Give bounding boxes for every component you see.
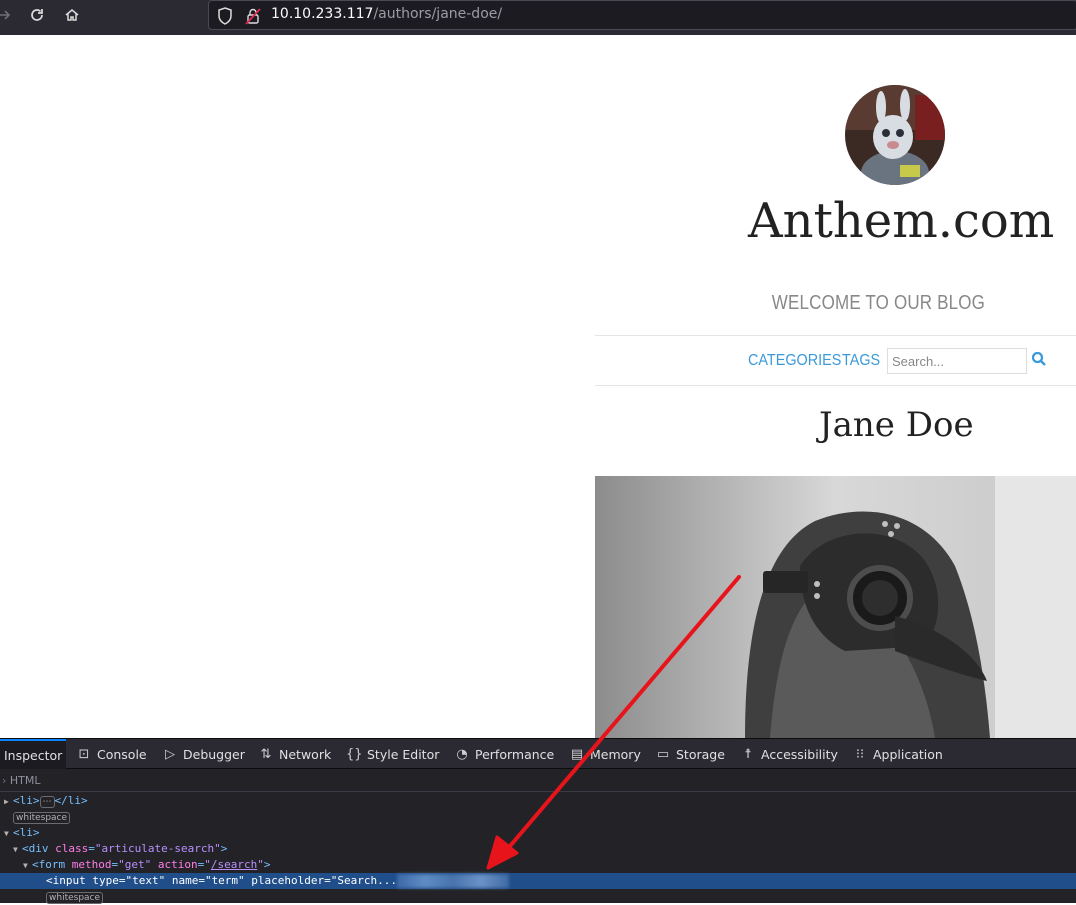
li-open-tag-2: <li> bbox=[13, 826, 40, 839]
tab-style-editor-label: Style Editor bbox=[367, 746, 440, 762]
forward-arrow-icon bbox=[0, 10, 11, 20]
div-class-value: "articulate-search" bbox=[94, 842, 221, 855]
markup-li-open[interactable]: ▼ <li> bbox=[0, 825, 40, 841]
search-icon bbox=[1031, 351, 1046, 366]
whitespace-badge: whitespace bbox=[13, 812, 71, 824]
markup-div-search[interactable]: ▼ <div class="articulate-search"> bbox=[0, 841, 227, 857]
storage-icon: ▭ bbox=[656, 746, 670, 762]
tab-application[interactable]: ⁝⁝ Application bbox=[852, 739, 943, 769]
ellipsis-badge[interactable]: ⋯ bbox=[39, 796, 55, 808]
tab-storage-label: Storage bbox=[676, 746, 725, 762]
search-button[interactable] bbox=[1031, 351, 1051, 371]
tab-console[interactable]: ⊡ Console bbox=[76, 739, 147, 769]
style-editor-icon: {} bbox=[346, 746, 363, 762]
collapse-arrow-icon[interactable]: ▼ bbox=[13, 842, 22, 858]
form-method-attr: method bbox=[71, 858, 112, 871]
blog-nav: CATEGORIES TAGS bbox=[595, 335, 1076, 386]
debugger-icon: ▷ bbox=[165, 746, 175, 762]
bunny-avatar-image bbox=[845, 85, 945, 185]
tab-performance[interactable]: ◔ Performance bbox=[454, 739, 554, 769]
home-icon bbox=[65, 9, 79, 21]
redacted-value bbox=[397, 874, 509, 888]
tab-performance-label: Performance bbox=[475, 746, 555, 762]
li-close-tag: </li> bbox=[54, 794, 88, 807]
tab-memory[interactable]: ▤ Memory bbox=[569, 739, 641, 769]
site-title[interactable]: Anthem.com bbox=[595, 193, 1076, 249]
browser-toolbar: 10.10.233.117/authors/jane-doe/ bbox=[0, 0, 1076, 35]
url-bar[interactable]: 10.10.233.117/authors/jane-doe/ bbox=[208, 0, 1076, 30]
expand-arrow-icon[interactable]: ▶ bbox=[4, 794, 13, 810]
site-logo[interactable] bbox=[845, 85, 945, 185]
forward-button[interactable] bbox=[0, 4, 18, 26]
collapse-arrow-icon[interactable]: ▼ bbox=[23, 858, 32, 874]
memory-icon: ▤ bbox=[570, 746, 584, 762]
author-hero-image bbox=[595, 476, 1076, 738]
whitespace-badge-2: whitespace bbox=[46, 892, 104, 904]
tab-accessibility-label: Accessibility bbox=[761, 746, 838, 762]
html-breadcrumb[interactable]: › HTML bbox=[0, 770, 1076, 792]
tab-application-label: Application bbox=[873, 746, 943, 762]
markup-form[interactable]: ▼ <form method="get" action="/search"> bbox=[0, 857, 270, 873]
site-tagline: WELCOME TO OUR BLOG bbox=[771, 292, 986, 314]
input-element-markup: <input type="text" name="term" placehold… bbox=[46, 874, 397, 887]
insecure-lock-icon[interactable] bbox=[245, 7, 261, 25]
console-icon: ⊡ bbox=[78, 746, 90, 762]
nav-categories[interactable]: CATEGORIES bbox=[748, 352, 841, 370]
home-button[interactable] bbox=[59, 4, 85, 26]
reload-icon bbox=[31, 9, 43, 21]
plague-doctor-photo bbox=[595, 476, 1076, 738]
div-tag-name: div bbox=[28, 842, 49, 855]
performance-icon: ◔ bbox=[456, 746, 468, 762]
breadcrumb-arrow-icon: › bbox=[2, 774, 7, 787]
tab-network[interactable]: ⇅ Network bbox=[258, 739, 332, 769]
markup-whitespace-1: whitespace bbox=[0, 809, 71, 825]
tab-memory-label: Memory bbox=[590, 746, 641, 762]
form-action-attr: action bbox=[157, 858, 198, 871]
tab-console-label: Console bbox=[97, 746, 147, 762]
nav-tags[interactable]: TAGS bbox=[842, 352, 880, 370]
url-host: 10.10.233.117 bbox=[271, 6, 374, 22]
markup-li-collapsed[interactable]: ▶ <li> ⋯ </li> bbox=[0, 793, 88, 809]
devtools-tabbar: Inspector ⊡ Console ▷ Debugger ⇅ Network {}… bbox=[0, 739, 1076, 769]
markup-view: ▶ <li> ⋯ </li> whitespace ▼ <li> ▼ <div class… bbox=[0, 793, 1076, 904]
form-action-link[interactable]: /search bbox=[211, 858, 257, 871]
tab-inspector-label: Inspector bbox=[4, 747, 63, 763]
form-tag-name: form bbox=[38, 858, 66, 871]
div-class-attr: class bbox=[55, 842, 89, 855]
collapse-arrow-icon[interactable]: ▼ bbox=[4, 826, 13, 842]
breadcrumb-html: HTML bbox=[9, 774, 41, 787]
url-path: /authors/jane-doe/ bbox=[373, 6, 503, 22]
tab-inspector[interactable]: Inspector bbox=[0, 739, 67, 769]
tab-debugger-label: Debugger bbox=[183, 746, 245, 762]
li-open-tag: <li> bbox=[13, 794, 40, 807]
search-input[interactable] bbox=[887, 348, 1027, 374]
url-text[interactable]: 10.10.233.117/authors/jane-doe/ bbox=[271, 6, 502, 22]
markup-input-selected[interactable]: <input type="text" name="term" placehold… bbox=[0, 873, 1076, 889]
blog-page: Anthem.com WELCOME TO OUR BLOG CATEGORIE… bbox=[595, 35, 1076, 738]
network-icon: ⇅ bbox=[260, 746, 272, 762]
author-name-heading: Jane Doe bbox=[819, 405, 974, 445]
devtools-panel: Inspector ⊡ Console ▷ Debugger ⇅ Network {}… bbox=[0, 738, 1076, 904]
tab-debugger[interactable]: ▷ Debugger bbox=[162, 739, 245, 769]
tab-style-editor[interactable]: {} Style Editor bbox=[346, 739, 439, 769]
application-icon: ⁝⁝ bbox=[855, 746, 865, 762]
tab-storage[interactable]: ▭ Storage bbox=[655, 739, 725, 769]
form-method-value: "get" bbox=[118, 858, 152, 871]
tab-accessibility[interactable]: ☨ Accessibility bbox=[740, 739, 838, 769]
accessibility-icon: ☨ bbox=[744, 746, 752, 762]
shield-icon[interactable] bbox=[217, 7, 233, 25]
page-viewport: Anthem.com WELCOME TO OUR BLOG CATEGORIE… bbox=[0, 35, 1076, 738]
reload-button[interactable] bbox=[24, 4, 50, 26]
tab-network-label: Network bbox=[279, 746, 332, 762]
